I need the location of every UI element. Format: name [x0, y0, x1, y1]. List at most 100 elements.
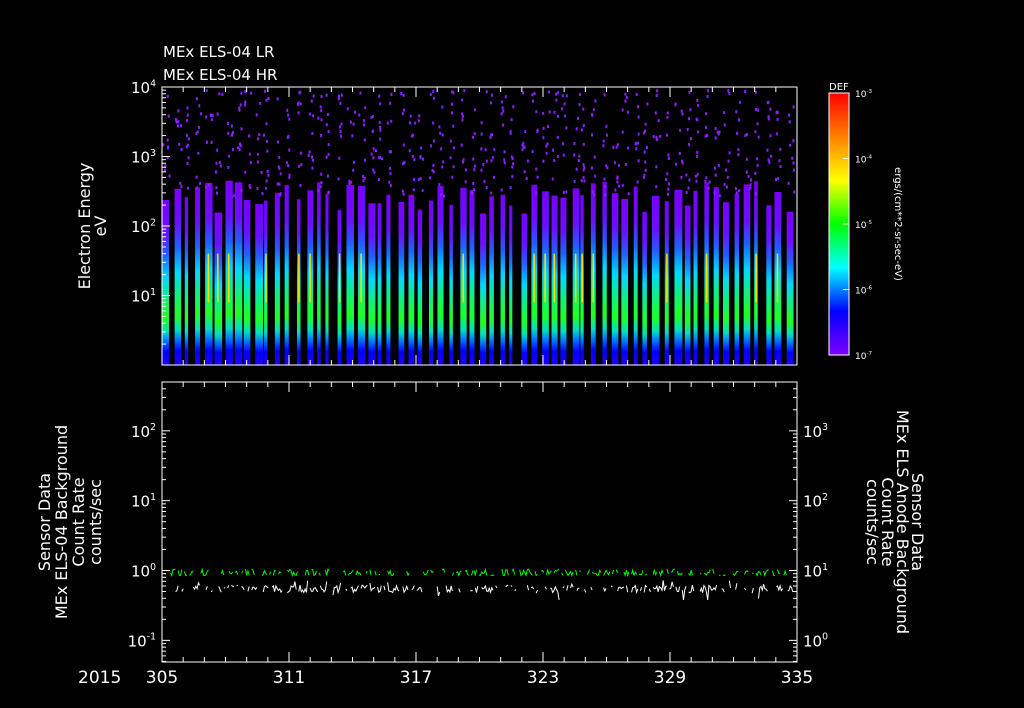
spectrogram-noise-dot — [317, 189, 320, 193]
spectrogram-noise-dot — [723, 111, 726, 115]
spectrogram-noise-dot — [388, 180, 391, 184]
spectrogram-noise-dot — [705, 112, 708, 116]
spectrogram-noise-dot — [248, 184, 251, 188]
spectrogram-peak — [705, 253, 708, 303]
y-tick-label-3: 101 — [131, 287, 156, 306]
spectrogram-noise-dot — [378, 177, 381, 181]
spectrogram-noise-dot — [174, 117, 177, 121]
spectrogram-peak — [666, 253, 668, 303]
spectrogram-noise-dot — [461, 114, 464, 118]
spectrogram-noise-dot — [556, 154, 559, 158]
spectrogram-noise-dot — [379, 128, 382, 132]
spectrogram-noise-dot — [372, 129, 375, 133]
spectrogram-pass — [274, 192, 280, 365]
spectrogram-pass — [602, 181, 607, 365]
spectrogram-noise-dot — [689, 137, 692, 141]
spectrogram-pass — [184, 197, 189, 365]
spectrogram-pass — [693, 190, 698, 365]
spectrogram-noise-dot — [402, 192, 405, 196]
spectrogram-noise-dot — [536, 128, 539, 132]
spectrogram-noise-dot — [718, 194, 721, 198]
spectrogram-noise-dot — [621, 130, 624, 134]
spectrogram-noise-dot — [299, 90, 302, 94]
spectrogram-noise-dot — [735, 110, 738, 114]
spectrogram-noise-dot — [473, 132, 476, 136]
spectrogram-noise-dot — [338, 125, 341, 129]
spectrogram-noise-dot — [551, 148, 554, 152]
spectrogram-pass — [417, 209, 423, 365]
spectrogram-noise-dot — [535, 167, 538, 171]
spectrogram-noise-dot — [737, 148, 740, 152]
spectrogram-noise-dot — [696, 172, 699, 176]
spectrogram-noise-dot — [325, 93, 328, 97]
spectrogram-noise-dot — [320, 118, 323, 122]
spectrogram-noise-dot — [526, 159, 529, 163]
spectrogram-noise-dot — [480, 121, 483, 125]
spectrogram-noise-dot — [523, 170, 526, 174]
spectrogram-noise-dot — [606, 166, 609, 170]
spectrogram-noise-dot — [320, 94, 323, 98]
colorbar-tick-label-4: 10-7 — [855, 351, 872, 362]
spectrogram-noise-dot — [665, 178, 668, 182]
spectrogram-noise-dot — [327, 130, 330, 134]
spectrogram-noise-dot — [696, 98, 699, 102]
spectrogram-noise-dot — [276, 182, 279, 186]
spectrogram-noise-dot — [510, 118, 513, 122]
spectrogram-noise-dot — [238, 106, 241, 110]
spectrogram-noise-dot — [525, 176, 528, 180]
spectrogram-noise-dot — [175, 120, 178, 124]
spectrogram-noise-dot — [744, 90, 747, 94]
spectrogram-noise-dot — [452, 91, 455, 95]
spectrogram-noise-dot — [767, 100, 770, 104]
spectrogram-noise-dot — [266, 149, 269, 153]
spectrogram-noise-dot — [678, 151, 681, 155]
spectrogram-noise-dot — [411, 154, 414, 158]
spectrogram-noise-dot — [338, 156, 341, 160]
spectrogram-noise-dot — [326, 112, 329, 116]
spectrogram-noise-dot — [419, 177, 422, 181]
spectrogram-noise-dot — [216, 112, 219, 116]
right-tick-label-1: 102 — [803, 492, 828, 511]
spectrogram-noise-dot — [471, 135, 474, 139]
spectrogram-noise-dot — [279, 172, 282, 176]
spectrogram-noise-dot — [616, 180, 619, 184]
colorbar-tick-label-3: 10-6 — [855, 285, 872, 296]
spectrogram-pass — [489, 196, 494, 365]
spectrogram-noise-dot — [402, 93, 405, 97]
spectrogram-noise-dot — [573, 142, 576, 146]
spectrogram-noise-dot — [278, 182, 281, 186]
y-tick-label-1: 103 — [131, 148, 156, 167]
spectrogram-noise-dot — [470, 190, 473, 194]
spectrogram-noise-dot — [625, 163, 628, 167]
spectrogram-pass — [521, 213, 528, 365]
spectrogram-pass — [325, 193, 329, 365]
spectrogram-noise-dot — [483, 180, 486, 184]
spectrogram-noise-dot — [603, 93, 606, 97]
spectrogram-noise-dot — [563, 114, 566, 118]
spectrogram-noise-dot — [578, 154, 581, 158]
spectrogram-noise-dot — [681, 159, 684, 163]
spectrogram-noise-dot — [553, 110, 556, 114]
spectrogram-noise-dot — [533, 92, 536, 96]
spectrogram-noise-dot — [177, 124, 180, 128]
spectrogram-noise-dot — [482, 162, 485, 166]
spectrogram-noise-dot — [167, 114, 170, 118]
spectrogram-noise-dot — [362, 119, 365, 123]
spectrogram-noise-dot — [319, 105, 322, 109]
spectrogram-noise-dot — [386, 121, 389, 125]
spectrogram-noise-dot — [484, 148, 487, 152]
spectrogram-pass — [386, 194, 391, 365]
spectrogram-noise-dot — [403, 160, 406, 164]
spectrogram-noise-dot — [264, 186, 267, 190]
spectrogram-noise-dot — [793, 190, 796, 194]
spectrogram-noise-dot — [248, 134, 251, 138]
spectrogram-pass — [346, 184, 355, 365]
spectrogram-noise-dot — [775, 132, 778, 136]
spectrogram-noise-dot — [553, 159, 556, 163]
spectrogram-noise-dot — [573, 179, 576, 183]
spectrogram-noise-dot — [198, 104, 201, 108]
spectrogram-noise-dot — [606, 133, 609, 137]
spectrogram-noise-dot — [205, 89, 208, 93]
spectrogram-noise-dot — [578, 103, 581, 107]
spectrogram-pass — [243, 199, 251, 365]
